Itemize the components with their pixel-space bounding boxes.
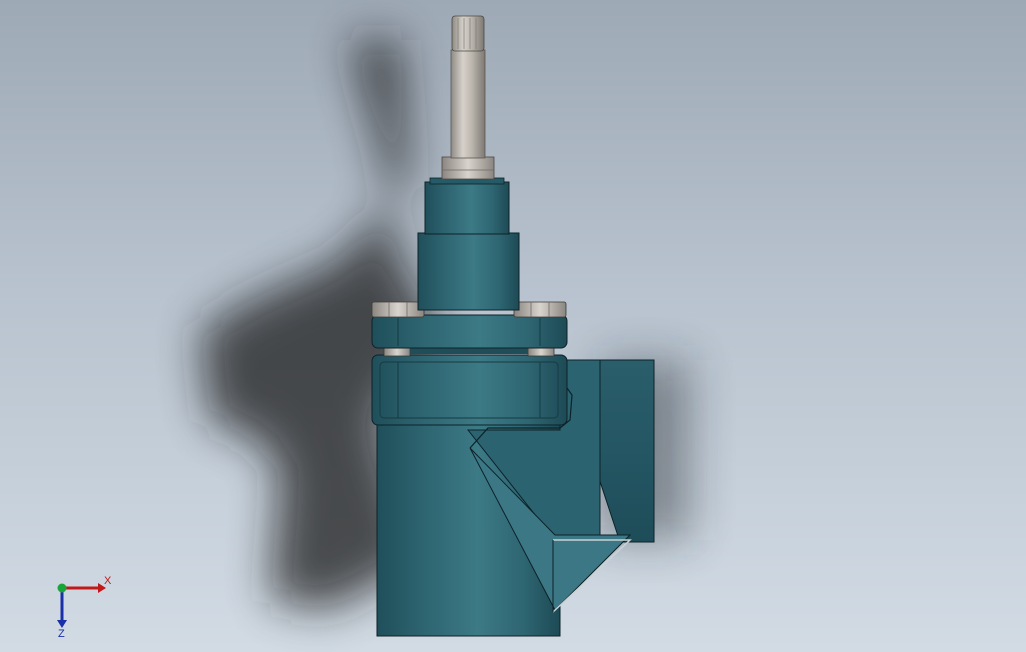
cad-graphics-viewport[interactable]: X Z (0, 0, 1026, 652)
x-axis-label: X (104, 575, 112, 587)
cad-model-view (200, 15, 690, 637)
valve-body (371, 177, 655, 637)
y-axis-dot (57, 583, 67, 593)
coordinate-triad: X Z (57, 575, 112, 640)
z-axis-arrowhead (57, 620, 67, 628)
z-axis-label: Z (58, 628, 65, 640)
valve-stem (441, 15, 495, 180)
